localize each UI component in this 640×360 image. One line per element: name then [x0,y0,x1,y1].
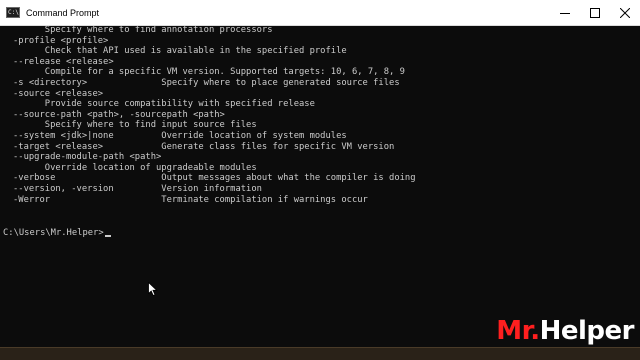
console-line: -target <release> Generate class files f… [13,141,395,152]
console-lines: Specify where to find annotation process… [13,26,416,205]
console-line: -source <release> [13,88,104,99]
watermark-part1: Mr. [496,316,540,346]
cmd-icon: C:\ [6,7,20,18]
prompt-line[interactable]: C:\Users\Mr.Helper> [3,227,111,239]
watermark-part2: Helper [539,316,635,346]
console-line: -Werror Terminate compilation if warning… [13,194,368,205]
console-line: Provide source compatibility with specif… [13,99,315,110]
console-line: -profile <profile> [13,35,109,46]
mouse-pointer-icon [148,282,158,297]
maximize-icon [590,8,600,18]
taskbar-strip [0,347,640,360]
desktop-screen: C:\ Command Prompt Specify where to find… [0,0,640,360]
console-line: Compile for a specific VM version. Suppo… [13,67,405,78]
console-line: --upgrade-module-path <path> [13,152,162,163]
close-button[interactable] [610,0,640,26]
console-line: -verbose Output messages about what the … [13,173,416,184]
console-line: Specify where to find input source files [13,120,257,131]
title-bar[interactable]: C:\ Command Prompt [0,0,640,26]
console-output[interactable]: Specify where to find annotation process… [0,26,640,348]
prompt-text: C:\Users\Mr.Helper> [3,228,104,238]
window-controls [550,0,640,26]
minimize-button[interactable] [550,0,580,26]
text-cursor [104,235,111,237]
window-title: Command Prompt [26,7,100,18]
maximize-button[interactable] [580,0,610,26]
close-icon [620,8,630,18]
console-line: --version, -version Version information [13,183,262,194]
console-line: --release <release> [13,56,114,67]
console-line: --source-path <path>, -sourcepath <path> [13,109,225,120]
console-line: Override location of upgradeable modules [13,162,257,173]
console-line: Check that API used is available in the … [13,46,347,57]
console-line: Specify where to find annotation process… [13,26,273,35]
console-line: --system <jdk>|none Override location of… [13,130,347,141]
minimize-icon [560,13,570,14]
console-line: -s <directory> Specify where to place ge… [13,77,400,88]
channel-watermark: Mr.Helper [496,316,634,346]
